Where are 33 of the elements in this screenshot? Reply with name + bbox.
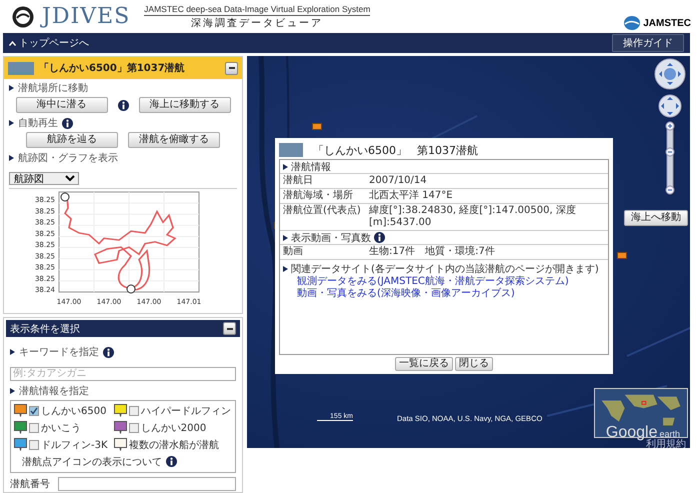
field-value: 生物:17件 地質・環境:7件 <box>369 246 496 258</box>
legend-label: 複数の潜水船が潜航 <box>128 438 219 452</box>
map-logo-text: Google <box>606 424 658 441</box>
section-heading: キーワードを指定 <box>19 346 99 359</box>
panel-title: 表示条件を選択 <box>10 322 80 336</box>
vessel-label: かいこう <box>41 422 81 434</box>
dive-number: 第1037潜航 <box>417 142 478 158</box>
field-label: 動画 <box>283 246 304 258</box>
site-subtitle: JAMSTEC deep-sea Data-Image Virtual Exploration System <box>144 4 370 16</box>
section-heading: 関連データサイト(各データサイト内の当該潜航のページが開きます) <box>291 262 599 276</box>
vessel-label: ハイパードルフィン <box>140 404 231 418</box>
section-heading: 航跡図・グラフを表示 <box>18 152 118 165</box>
map-logo-text: earth <box>659 429 680 439</box>
section-heading: 自動再生 <box>18 116 58 130</box>
section-heading: 潜航情報を指定 <box>19 384 89 398</box>
field-value: 北西太平洋 147°E <box>369 190 454 202</box>
field-label: 潜航位置(代表点) <box>283 205 362 218</box>
field-label: 潜航海域・場所 <box>283 190 354 202</box>
field-label: 潜航番号 <box>10 478 50 490</box>
dive-title: 「しんかい6500」第1037潜航 <box>39 61 186 75</box>
vessel-name: 「しんかい6500」 <box>313 142 407 158</box>
field-value: 緯度[°]:38.24830, 経度[°]:147.00500, 深度[m]:5437.00 <box>369 205 577 229</box>
section-heading: 潜航場所に移動 <box>18 82 88 95</box>
section-heading: 潜航情報 <box>291 160 331 174</box>
vessel-label: しんかい6500 <box>41 404 106 418</box>
field-label: 潜航日 <box>283 175 314 187</box>
site-subtitle: 深海調査データビューア <box>191 16 324 30</box>
icon-note: 潜航点アイコンの表示について <box>22 456 162 468</box>
org-logo-text: JAMSTEC <box>643 18 691 28</box>
vessel-label: しんかい2000 <box>140 422 206 434</box>
section-heading: 表示動画・写真数 <box>291 232 371 244</box>
field-value: 2007/10/14 <box>369 175 428 187</box>
vessel-label: ドルフィン-3K <box>41 438 108 452</box>
